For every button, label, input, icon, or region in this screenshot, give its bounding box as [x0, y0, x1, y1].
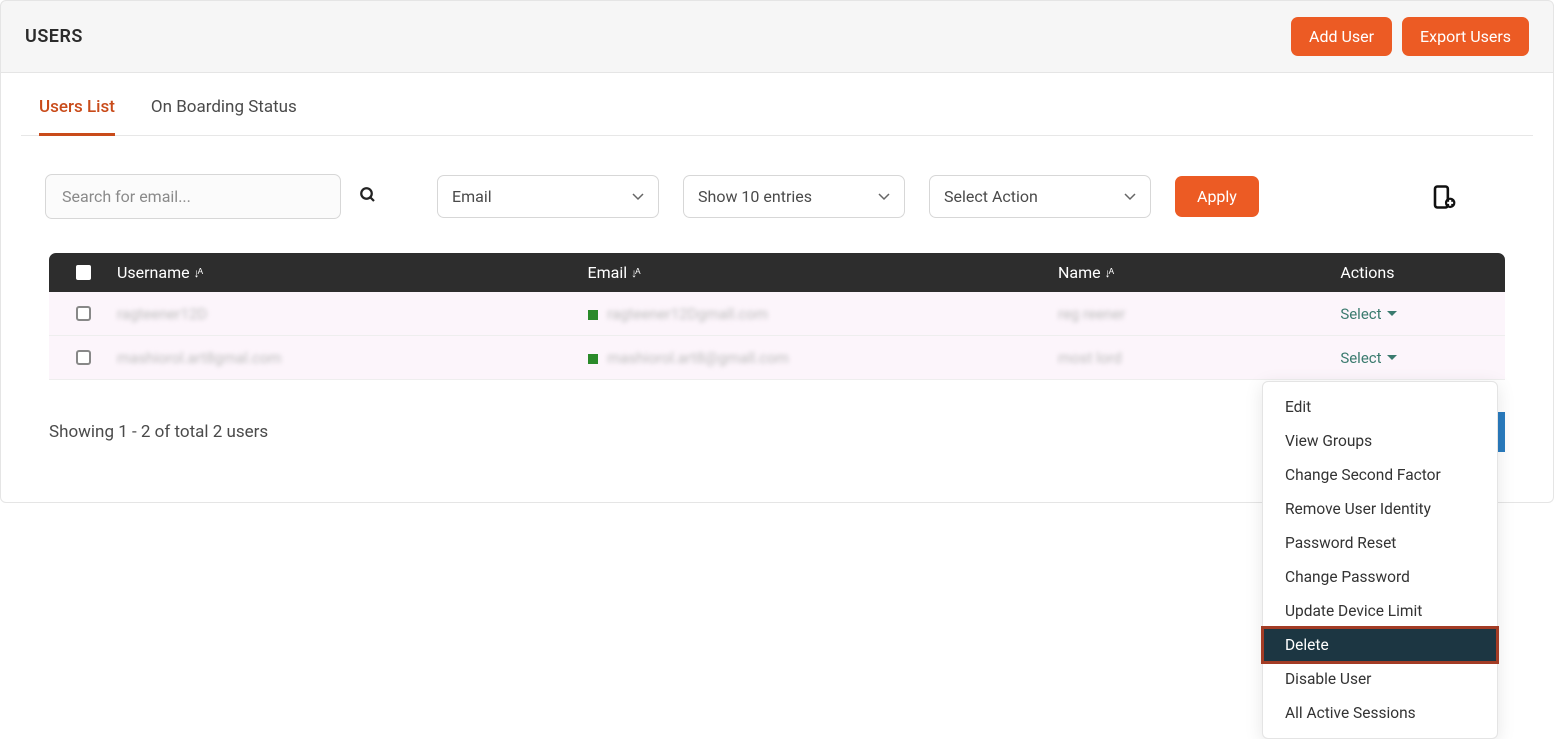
tab-users-list[interactable]: Users List: [39, 73, 115, 135]
header-actions: Add User Export Users: [1291, 17, 1529, 56]
tab-onboarding-status[interactable]: On Boarding Status: [151, 73, 297, 135]
row-actions-cell: Select: [1340, 305, 1505, 323]
column-name[interactable]: Name ↓ᴬ: [1058, 263, 1340, 282]
sort-icon: ↓ᴬ: [194, 266, 201, 280]
sort-icon: ↓ᴬ: [631, 266, 638, 280]
column-name-label: Name: [1058, 263, 1101, 282]
entries-select[interactable]: Show 10 entries: [683, 175, 905, 218]
table-header-row: Username ↓ᴬ Email ↓ᴬ Name ↓ᴬ Actions: [49, 253, 1505, 292]
dropdown-delete[interactable]: Delete: [1263, 628, 1497, 662]
dropdown-password-reset[interactable]: Password Reset: [1263, 526, 1497, 560]
caret-down-icon: [1387, 311, 1397, 316]
column-actions-label: Actions: [1340, 263, 1394, 282]
column-username[interactable]: Username ↓ᴬ: [117, 263, 588, 282]
row-actions-cell: Select: [1340, 349, 1505, 367]
column-actions: Actions: [1340, 263, 1505, 282]
column-username-label: Username: [117, 263, 190, 282]
row-email-text: mashiorol.art8@gmall.com: [607, 349, 789, 367]
row-checkbox-cell: [49, 306, 117, 321]
row-checkbox[interactable]: [76, 350, 91, 365]
page-header: USERS Add User Export Users: [0, 0, 1554, 73]
row-email: mashiorol.art8@gmall.com: [588, 349, 1059, 367]
tabs-bar: Users List On Boarding Status: [21, 73, 1533, 136]
table-row: mashiorol.art8gmal.com mashiorol.art8@gm…: [49, 336, 1505, 380]
page-title: USERS: [25, 26, 83, 47]
apply-button[interactable]: Apply: [1175, 176, 1259, 217]
dropdown-change-second-factor[interactable]: Change Second Factor: [1263, 458, 1497, 492]
row-checkbox-cell: [49, 350, 117, 365]
row-select-dropdown[interactable]: Select: [1340, 305, 1396, 323]
search-group: [45, 174, 377, 219]
column-email[interactable]: Email ↓ᴬ: [588, 263, 1059, 282]
add-device-icon[interactable]: [1427, 182, 1457, 212]
dropdown-update-device-limit[interactable]: Update Device Limit: [1263, 594, 1497, 628]
row-select-dropdown[interactable]: Select: [1340, 349, 1396, 367]
row-username: mashiorol.art8gmal.com: [117, 349, 588, 367]
dropdown-edit[interactable]: Edit: [1263, 390, 1497, 424]
row-username: ragteener12D: [117, 305, 588, 323]
search-input[interactable]: [45, 174, 341, 219]
dropdown-remove-user-identity[interactable]: Remove User Identity: [1263, 492, 1497, 526]
row-actions-dropdown-menu: Edit View Groups Change Second Factor Re…: [1262, 381, 1498, 739]
action-select[interactable]: Select Action: [929, 175, 1151, 218]
row-name: most lord: [1058, 349, 1340, 367]
caret-down-icon: [1387, 355, 1397, 360]
filter-row: Email Show 10 entries Select Action Appl…: [21, 136, 1533, 253]
sort-icon: ↓ᴬ: [1105, 266, 1112, 280]
select-all-checkbox[interactable]: [76, 265, 91, 280]
row-select-label: Select: [1340, 349, 1381, 367]
add-user-button[interactable]: Add User: [1291, 17, 1392, 56]
users-table: Username ↓ᴬ Email ↓ᴬ Name ↓ᴬ Actions rag…: [49, 253, 1505, 380]
dropdown-disable-user[interactable]: Disable User: [1263, 662, 1497, 696]
status-dot-icon: [588, 354, 598, 364]
column-email-label: Email: [588, 263, 628, 282]
search-icon[interactable]: [359, 185, 377, 209]
select-all-checkbox-cell: [49, 263, 117, 282]
row-name: reg reener: [1058, 305, 1340, 323]
dropdown-view-groups[interactable]: View Groups: [1263, 424, 1497, 458]
summary-text: Showing 1 - 2 of total 2 users: [49, 422, 268, 442]
status-dot-icon: [588, 310, 598, 320]
row-email-text: ragteener12Dgmall.com: [607, 305, 768, 323]
email-filter-select[interactable]: Email: [437, 175, 659, 218]
row-checkbox[interactable]: [76, 306, 91, 321]
table-row: ragteener12D ragteener12Dgmall.com reg r…: [49, 292, 1505, 336]
row-select-label: Select: [1340, 305, 1381, 323]
dropdown-all-active-sessions[interactable]: All Active Sessions: [1263, 696, 1497, 730]
dropdown-change-password[interactable]: Change Password: [1263, 560, 1497, 594]
export-users-button[interactable]: Export Users: [1402, 17, 1529, 56]
row-email: ragteener12Dgmall.com: [588, 305, 1059, 323]
